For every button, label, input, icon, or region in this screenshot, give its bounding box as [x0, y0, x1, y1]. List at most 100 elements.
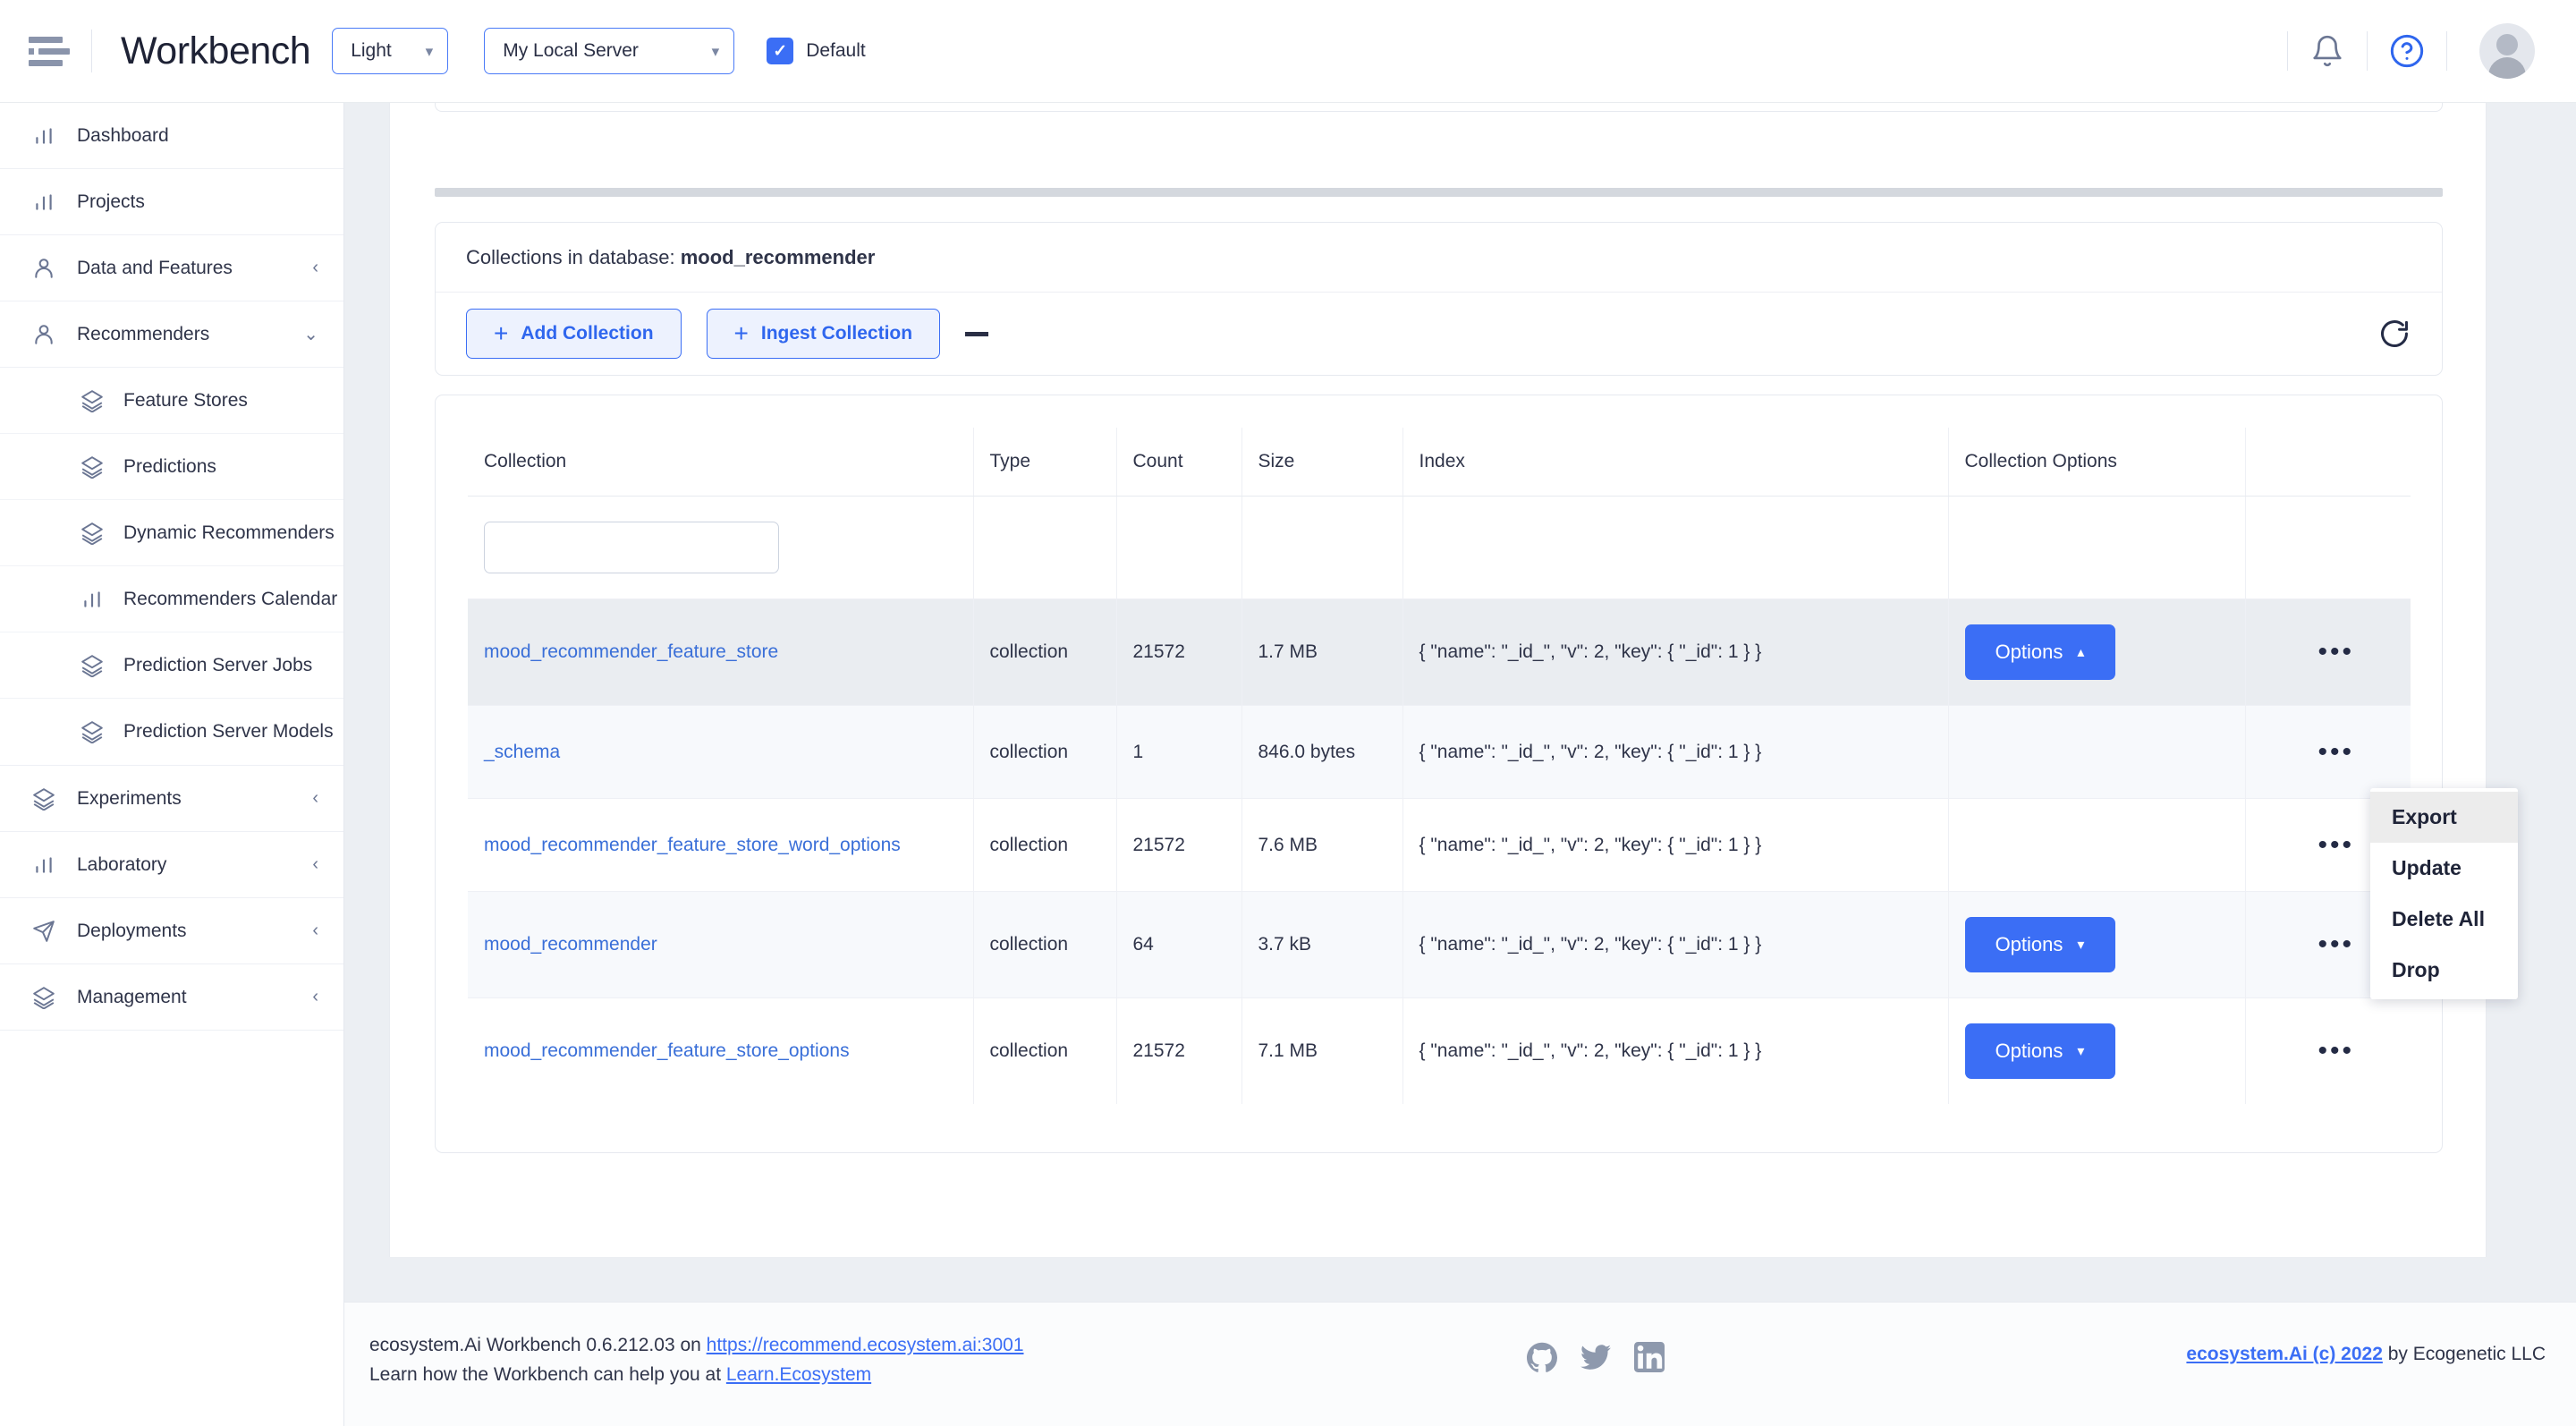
table-row[interactable]: _schema collection 1 846.0 bytes { "name…	[468, 706, 2411, 799]
sidebar-item-dashboard[interactable]: Dashboard	[0, 103, 343, 169]
sidebar-item-laboratory[interactable]: Laboratory ‹	[0, 832, 343, 898]
table-row[interactable]: mood_recommender_feature_store_options c…	[468, 998, 2411, 1105]
default-checkbox-group[interactable]: ✓ Default	[767, 38, 866, 64]
sidebar-item-label: Recommenders	[77, 324, 209, 345]
collection-link[interactable]: mood_recommender_feature_store_options	[484, 1040, 850, 1061]
column-header-count[interactable]: Count	[1116, 428, 1241, 497]
sidebar-item-recommenders[interactable]: Recommenders ⌄	[0, 301, 343, 368]
cell-count: 1	[1116, 706, 1241, 799]
cell-options	[1948, 706, 2245, 799]
sidebar-item-deployments[interactable]: Deployments ‹	[0, 898, 343, 964]
ellipsis-icon[interactable]: •••	[2262, 1038, 2411, 1065]
refresh-icon[interactable]	[2377, 317, 2411, 351]
column-header-index[interactable]: Index	[1402, 428, 1948, 497]
collections-table: Collection Type Count Size Index Collect…	[468, 428, 2411, 1104]
sidebar-item-management[interactable]: Management ‹	[0, 964, 343, 1031]
column-header-collection-options[interactable]: Collection Options	[1948, 428, 2245, 497]
menu-item-update[interactable]: Update	[2370, 843, 2518, 894]
footer-copyright-link[interactable]: ecosystem.Ai (c) 2022	[2186, 1344, 2382, 1364]
sidebar-item-experiments[interactable]: Experiments ‹	[0, 766, 343, 832]
cell-type: collection	[973, 892, 1116, 998]
column-header-type[interactable]: Type	[973, 428, 1116, 497]
chevron-down-icon: ⌄	[303, 323, 318, 345]
collection-link[interactable]: mood_recommender_feature_store	[484, 641, 778, 662]
menu-item-export[interactable]: Export	[2370, 792, 2518, 843]
topbar-divider	[91, 30, 92, 72]
page-title: Workbench	[121, 30, 310, 73]
collections-panel-header: Collections in database: mood_recommende…	[436, 223, 2442, 293]
sidebar-item-predictions[interactable]: Predictions	[0, 434, 343, 500]
sidebar-item-prediction-server-jobs[interactable]: Prediction Server Jobs	[0, 632, 343, 699]
filter-cell-type	[973, 497, 1116, 599]
filter-cell-actions	[2245, 497, 2411, 599]
sidebar-item-label: Dashboard	[77, 125, 169, 147]
theme-select[interactable]: Light ▾	[332, 28, 448, 74]
default-checkbox[interactable]: ✓	[767, 38, 793, 64]
options-button[interactable]: Options ▾	[1965, 1023, 2115, 1079]
footer-info: ecosystem.Ai Workbench 0.6.212.03 on htt…	[369, 1331, 1024, 1389]
collections-heading: Collections in database: mood_recommende…	[466, 246, 875, 269]
minus-icon[interactable]	[965, 332, 988, 336]
footer-server-link[interactable]: https://recommend.ecosystem.ai:3001	[707, 1335, 1024, 1355]
chevron-left-icon: ‹	[312, 258, 318, 278]
table-row[interactable]: mood_recommender_feature_store collectio…	[468, 599, 2411, 706]
sidebar-item-label: Management	[77, 987, 187, 1008]
menu-item-drop[interactable]: Drop	[2370, 945, 2518, 996]
sidebar-item-prediction-server-models[interactable]: Prediction Server Models	[0, 699, 343, 765]
collection-link[interactable]: mood_recommender	[484, 934, 657, 955]
sidebar-subitem-label: Recommenders Calendar	[123, 589, 337, 610]
table-header-row: Collection Type Count Size Index Collect…	[468, 428, 2411, 497]
table-row[interactable]: mood_recommender collection 64 3.7 kB { …	[468, 892, 2411, 998]
collection-link[interactable]: _schema	[484, 742, 560, 762]
filter-cell-count	[1116, 497, 1241, 599]
avatar[interactable]	[2479, 23, 2535, 79]
column-header-size[interactable]: Size	[1241, 428, 1402, 497]
collection-filter-input[interactable]	[484, 522, 779, 573]
footer-copyright-text: by Ecogenetic LLC	[2383, 1344, 2546, 1364]
server-select-value: My Local Server	[503, 40, 639, 62]
previous-card-stub	[435, 103, 2443, 112]
ellipsis-icon[interactable]: •••	[2262, 739, 2411, 766]
sidebar-item-dynamic-recommenders[interactable]: Dynamic Recommenders	[0, 500, 343, 566]
ingest-collection-button[interactable]: + Ingest Collection	[707, 309, 941, 359]
table-filter-row	[468, 497, 2411, 599]
add-collection-button[interactable]: + Add Collection	[466, 309, 682, 359]
cell-options: Options ▴	[1948, 599, 2245, 706]
server-select[interactable]: My Local Server ▾	[484, 28, 734, 74]
sidebar-subitem-label: Predictions	[123, 456, 216, 478]
chevron-down-icon: ▾	[2077, 1042, 2084, 1060]
hamburger-icon[interactable]	[29, 30, 70, 72]
bar-chart-icon	[30, 123, 57, 149]
collection-link[interactable]: mood_recommender_feature_store_word_opti…	[484, 835, 901, 855]
options-button[interactable]: Options ▴	[1965, 624, 2115, 680]
sidebar-item-feature-stores[interactable]: Feature Stores	[0, 368, 343, 434]
sidebar-subitem-label: Feature Stores	[123, 390, 248, 412]
sidebar-item-label: Deployments	[77, 921, 187, 942]
cell-options	[1948, 799, 2245, 892]
help-circle-icon[interactable]	[2368, 33, 2446, 69]
divider	[2446, 31, 2447, 71]
chevron-left-icon: ‹	[312, 987, 318, 1007]
cell-count: 21572	[1116, 998, 1241, 1105]
collections-table-card: Collection Type Count Size Index Collect…	[435, 395, 2443, 1153]
table-row[interactable]: mood_recommender_feature_store_word_opti…	[468, 799, 2411, 892]
cell-options: Options ▾	[1948, 892, 2245, 998]
github-icon[interactable]	[1527, 1342, 1557, 1377]
linkedin-icon[interactable]	[1634, 1342, 1665, 1377]
sidebar-item-projects[interactable]: Projects	[0, 169, 343, 235]
sidebar-item-recommenders-calendar[interactable]: Recommenders Calendar	[0, 566, 343, 632]
twitter-icon[interactable]	[1580, 1342, 1611, 1377]
bell-icon[interactable]	[2288, 34, 2367, 68]
options-button-label: Options	[1996, 933, 2063, 956]
ellipsis-icon[interactable]: •••	[2262, 639, 2411, 666]
column-header-collection[interactable]: Collection	[468, 428, 973, 497]
cell-index: { "name": "_id_", "v": 2, "key": { "_id"…	[1402, 799, 1948, 892]
footer-learn-link[interactable]: Learn.Ecosystem	[726, 1364, 871, 1385]
sidebar-item-data-and-features[interactable]: Data and Features ‹	[0, 235, 343, 301]
options-button[interactable]: Options ▾	[1965, 917, 2115, 972]
menu-item-delete-all[interactable]: Delete All	[2370, 894, 2518, 945]
column-header-actions	[2245, 428, 2411, 497]
user-icon	[30, 255, 57, 282]
cell-count: 21572	[1116, 799, 1241, 892]
cell-actions: •••	[2245, 706, 2411, 799]
